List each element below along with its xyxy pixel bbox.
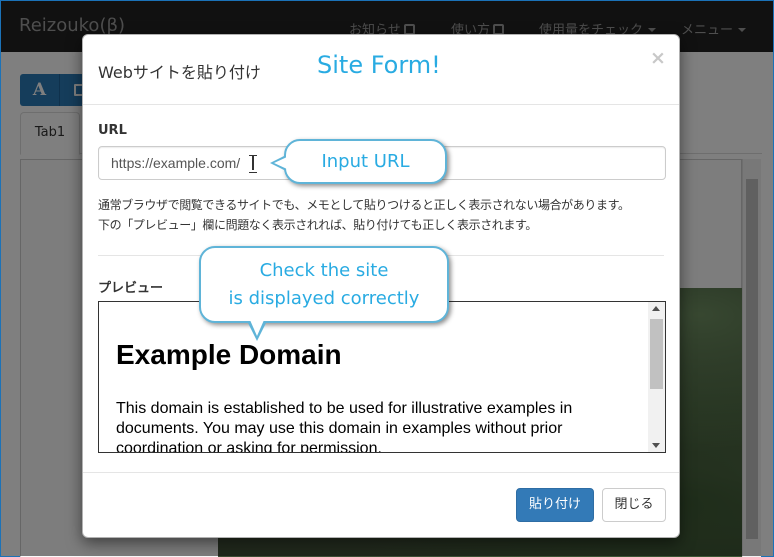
close-icon[interactable]: × xyxy=(650,47,666,69)
annotation-check-site-bubble: Check the site is displayed correctly xyxy=(199,246,449,341)
modal-footer: 貼り付け 閉じる xyxy=(83,472,679,537)
annotation-site-form: Site Form! xyxy=(317,51,441,79)
close-button[interactable]: 閉じる xyxy=(602,488,666,522)
annotation-check-line-2: is displayed correctly xyxy=(228,288,420,309)
preview-heading: Example Domain xyxy=(116,339,342,370)
preview-label: プレビュー xyxy=(98,281,164,296)
url-label: URL xyxy=(98,123,127,138)
text-cursor-icon xyxy=(249,155,257,173)
paste-button[interactable]: 貼り付け xyxy=(516,488,594,522)
scroll-down-icon[interactable] xyxy=(652,443,660,448)
preview-scrollbar-thumb[interactable] xyxy=(650,319,663,389)
preview-frame[interactable]: Example Domain This domain is establishe… xyxy=(98,301,666,453)
scroll-up-icon[interactable] xyxy=(652,306,660,311)
preview-body: This domain is established to be used fo… xyxy=(116,400,573,453)
preview-scrollbar[interactable] xyxy=(648,302,665,452)
help-text-line-1: 通常ブラウザで閲覧できるサイトでも、メモとして貼りつけると正しく表示されない場合… xyxy=(98,198,630,212)
modal-title: Webサイトを貼り付け xyxy=(98,63,261,82)
annotation-check-line-1: Check the site xyxy=(259,260,389,281)
help-text: 通常ブラウザで閲覧できるサイトでも、メモとして貼りつけると正しく表示されない場合… xyxy=(98,195,678,235)
annotation-input-url-bubble: Input URL xyxy=(270,139,447,184)
help-text-line-2: 下の「プレビュー」欄に問題なく表示されれば、貼り付けても正しく表示されます。 xyxy=(98,218,538,232)
